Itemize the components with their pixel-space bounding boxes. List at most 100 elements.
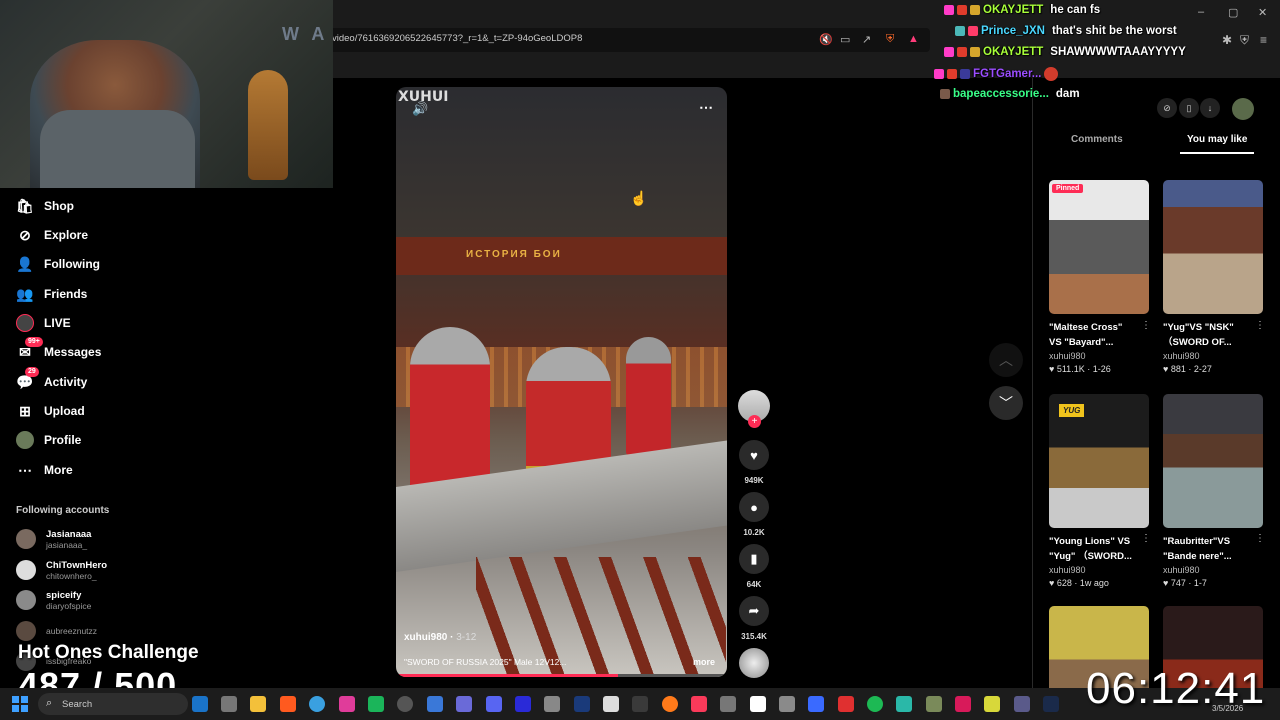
share-icon[interactable]: ↗ — [862, 33, 871, 46]
video-progress-bar[interactable] — [396, 674, 727, 677]
suggested-video-card[interactable]: Pinned "Maltese Cross" VS "Bayard"... xuh… — [1049, 180, 1150, 376]
nav-profile[interactable]: Profile — [16, 429, 81, 451]
obs-icon[interactable] — [397, 696, 413, 712]
nav-friends[interactable]: 👥 Friends — [16, 283, 87, 305]
app-icon[interactable] — [720, 696, 736, 712]
author-name[interactable]: xuhui980 — [404, 632, 447, 643]
game-icon[interactable] — [456, 696, 472, 712]
nav-upload[interactable]: ⊞ Upload — [16, 400, 85, 422]
app-icon[interactable] — [984, 696, 1000, 712]
firefox-icon[interactable] — [662, 696, 678, 712]
download-icon[interactable]: ↓ — [1200, 98, 1220, 118]
nav-more[interactable]: ⋯ More — [16, 459, 73, 481]
messages-icon: ✉ 99+ — [16, 337, 43, 361]
account-aubreeznutzz[interactable]: aubreeznutzz — [16, 618, 97, 644]
brave-icon[interactable] — [280, 696, 296, 712]
app-icon[interactable] — [750, 696, 766, 712]
suggested-video-card[interactable]: "Yug"VS "NSK" （SWORD OF... xuhui980 ♥ 881… — [1163, 180, 1264, 376]
tab-comments[interactable]: Comments — [1071, 134, 1123, 145]
close-icon[interactable]: ✕ — [1258, 6, 1267, 19]
edge-icon[interactable] — [192, 696, 208, 712]
card-author[interactable]: xuhui980 — [1049, 564, 1150, 577]
steam-icon[interactable] — [1043, 696, 1059, 712]
account-name: spiceify — [46, 589, 82, 601]
account-spiceify[interactable]: spiceify diaryofspice — [16, 587, 91, 613]
windows-start-icon[interactable] — [12, 696, 28, 712]
previous-video-button[interactable]: ︿ — [989, 343, 1023, 377]
music-disc-icon[interactable] — [739, 648, 769, 678]
app-icon[interactable] — [955, 696, 971, 712]
minimize-icon[interactable]: – — [1198, 6, 1204, 18]
like-button[interactable]: ♥ — [739, 440, 769, 470]
nav-shop[interactable]: 🛍 Shop — [16, 195, 74, 217]
spotify-icon[interactable] — [867, 696, 883, 712]
suggested-video-card[interactable]: YUG "Young Lions" VS "Yug" （SWORD... xuhu… — [1049, 394, 1150, 590]
file-explorer-icon[interactable] — [250, 696, 266, 712]
account-jasianaaa[interactable]: Jasianaaa jasianaaa_ — [16, 526, 91, 552]
caption-more-link[interactable]: more — [693, 657, 715, 667]
mute-icon[interactable]: 🔇 — [819, 33, 833, 46]
app-icon[interactable] — [427, 696, 443, 712]
vpn-icon[interactable]: ⛨ — [1240, 33, 1249, 48]
photoshop-icon[interactable] — [574, 696, 590, 712]
app-icon[interactable] — [603, 696, 619, 712]
taskbar-search[interactable]: ⌕ Search — [38, 693, 188, 715]
account-chitownhero[interactable]: ChiTownHero chitownhero_ — [16, 557, 107, 583]
video-author[interactable]: xuhui980 · 3-12 — [404, 632, 476, 643]
video-thumbnail[interactable] — [1163, 394, 1263, 528]
nav-live[interactable]: LIVE — [16, 312, 71, 334]
suggested-video-card[interactable]: "Raubritter"VS "Bande nere"... xuhui980 ♥… — [1163, 394, 1264, 590]
nav-activity[interactable]: 💬 29 Activity — [16, 367, 87, 393]
settings-icon[interactable] — [221, 696, 237, 712]
address-bar[interactable]: video/7616369206522645773?_r=1&_t=ZP-94o… — [325, 28, 930, 52]
phone-icon[interactable]: ▯ — [1179, 98, 1199, 118]
discord-icon[interactable] — [486, 696, 502, 712]
app-icon[interactable] — [339, 696, 355, 712]
card-author[interactable]: xuhui980 — [1049, 350, 1150, 363]
follow-plus-icon[interactable]: + — [748, 415, 761, 428]
url-text[interactable]: video/7616369206522645773?_r=1&_t=ZP-94o… — [332, 33, 582, 44]
video-thumbnail[interactable]: YUG — [1049, 394, 1149, 528]
music-icon[interactable] — [691, 696, 707, 712]
app-icon[interactable] — [632, 696, 648, 712]
card-menu-icon[interactable]: ⋮ — [1255, 320, 1278, 331]
brave-shield-icon[interactable]: ⛨ — [886, 33, 894, 46]
card-author[interactable]: xuhui980 — [1163, 350, 1264, 363]
save-button[interactable]: ▮ — [739, 544, 769, 574]
nav-following[interactable]: 👤 Following — [16, 253, 100, 275]
app-icon[interactable] — [368, 696, 384, 712]
sound-icon[interactable]: 🔊 — [412, 101, 428, 117]
extensions-icon[interactable]: ✱ — [1222, 33, 1232, 47]
maximize-icon[interactable]: ▢ — [1228, 6, 1238, 19]
video-player[interactable]: ИСТОРИЯ БОИ XUHUI 🔊 ⋯ xuhui980 · 3-12 "S… — [396, 87, 727, 677]
app-icon[interactable] — [1014, 696, 1030, 712]
share-button[interactable]: ➦ — [739, 596, 769, 626]
app-icon[interactable] — [808, 696, 824, 712]
app-icon[interactable] — [544, 696, 560, 712]
card-author[interactable]: xuhui980 — [1163, 564, 1264, 577]
video-thumbnail[interactable] — [1163, 180, 1263, 314]
video-options-icon[interactable]: ⋯ — [699, 99, 713, 116]
bookmark-icon: ▮ — [750, 551, 758, 566]
chrome-icon[interactable] — [309, 696, 325, 712]
browser-menu-icon[interactable]: ≡ — [1260, 33, 1267, 47]
screen-icon[interactable]: ▭ — [840, 33, 850, 46]
card-menu-icon[interactable]: ⋮ — [1255, 533, 1278, 544]
tab-you-may-like[interactable]: You may like — [1187, 134, 1247, 145]
following-accounts-title: Following accounts — [16, 505, 110, 516]
vpn-app-icon[interactable] — [515, 696, 531, 712]
embed-icon[interactable]: ⊘ — [1157, 98, 1177, 118]
app-icon[interactable] — [838, 696, 854, 712]
nav-explore[interactable]: ⊘ Explore — [16, 224, 88, 246]
next-video-button[interactable]: ﹀ — [989, 386, 1023, 420]
app-icon[interactable] — [926, 696, 942, 712]
video-thumbnail[interactable]: Pinned — [1049, 180, 1149, 314]
app-icon[interactable] — [779, 696, 795, 712]
badge-icon — [957, 47, 967, 57]
rewards-icon[interactable]: ▲ — [908, 33, 919, 45]
nav-messages[interactable]: ✉ 99+ Messages — [16, 337, 101, 363]
app-icon[interactable] — [896, 696, 912, 712]
like-count: 949K — [744, 476, 764, 485]
comment-button[interactable]: ● — [739, 492, 769, 522]
user-avatar[interactable] — [1232, 98, 1254, 120]
